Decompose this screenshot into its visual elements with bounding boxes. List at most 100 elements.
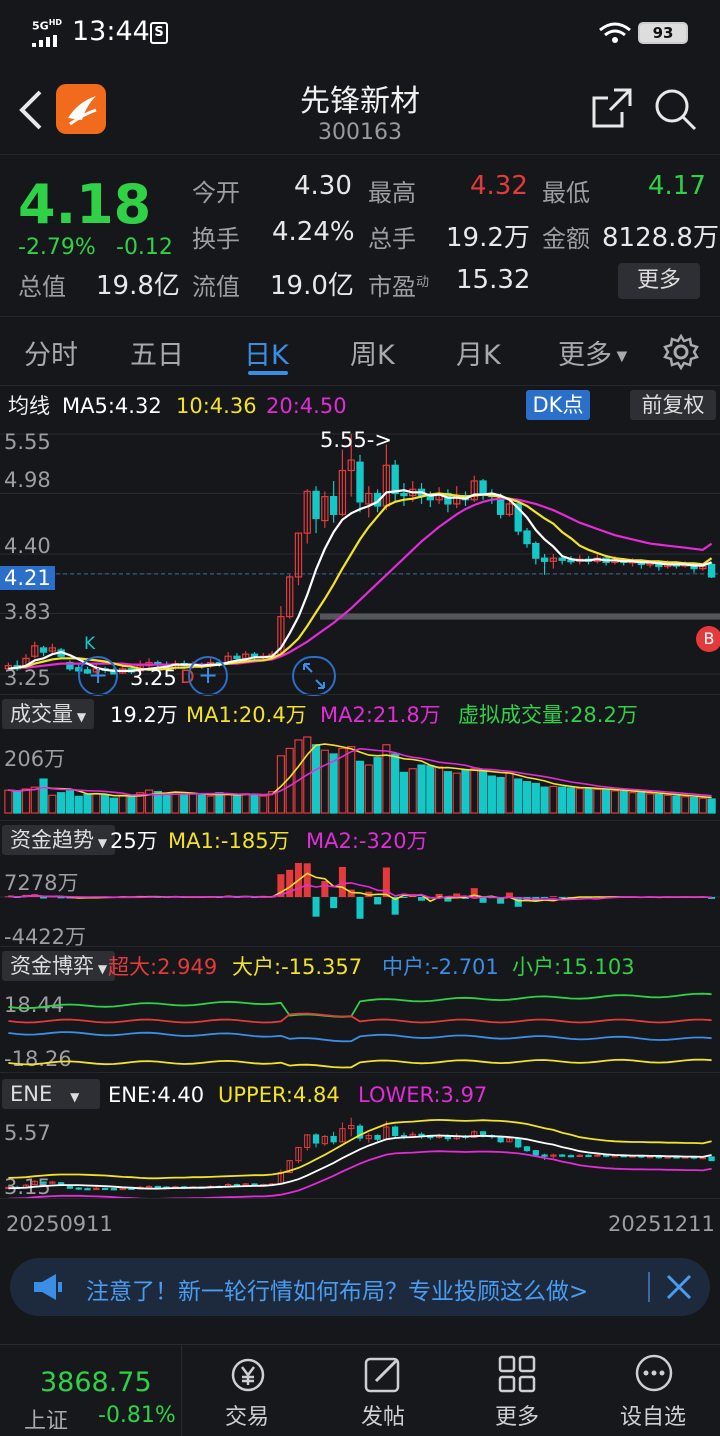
ene-lower-line bbox=[8, 1150, 712, 1199]
signal-icon bbox=[32, 32, 58, 47]
tab-more[interactable]: 更多 ▼ bbox=[558, 333, 627, 372]
volume-ma1: MA1:20.4万 bbox=[186, 703, 307, 727]
candle-body bbox=[558, 557, 566, 561]
y-axis-label-2: 4.98 bbox=[4, 468, 51, 492]
volume-bar bbox=[478, 768, 488, 814]
volume-bar bbox=[180, 793, 189, 814]
volume-bar bbox=[57, 792, 66, 814]
float-value: 19.0亿 bbox=[270, 271, 354, 301]
volume-chart[interactable] bbox=[0, 733, 720, 817]
share-button[interactable] bbox=[590, 86, 634, 130]
volume-bar bbox=[48, 794, 57, 814]
virtual-volume: 虚拟成交量:28.2万 bbox=[458, 703, 638, 727]
volume-bar bbox=[250, 793, 259, 814]
candle-body bbox=[356, 461, 364, 503]
volume-bar bbox=[100, 794, 110, 814]
tab-weekly-k[interactable]: 周K bbox=[350, 333, 395, 372]
change-percent: -2.79% bbox=[18, 235, 96, 260]
caret-down-icon: ▼ bbox=[612, 348, 628, 365]
volume-bar bbox=[162, 793, 171, 814]
volume-bar bbox=[259, 795, 268, 814]
volume-bar bbox=[549, 785, 558, 814]
ene-candle-body bbox=[312, 1134, 320, 1144]
ma10-label: 10:4.36 bbox=[176, 394, 257, 418]
grid-icon bbox=[498, 1355, 536, 1393]
tab-daily-k[interactable]: 日K bbox=[244, 333, 289, 372]
volume-bar bbox=[514, 778, 523, 814]
volume-bar bbox=[408, 768, 417, 814]
kline-chart[interactable] bbox=[0, 424, 720, 690]
fund-game-small: 小户:15.103 bbox=[512, 955, 635, 979]
dk-button[interactable]: DK点 bbox=[526, 390, 590, 420]
turnover-label: 换手 bbox=[192, 225, 240, 253]
promo-banner[interactable]: 注意了！新一轮行情如何布局？专业投顾这么做> bbox=[10, 1258, 710, 1316]
caret-down-icon: ▼ bbox=[66, 1090, 80, 1104]
nav-trade[interactable]: 交易 bbox=[182, 1345, 312, 1436]
more-button[interactable]: 更多 bbox=[618, 263, 700, 299]
volume-bar bbox=[540, 786, 549, 814]
fund-trend-bar bbox=[541, 897, 549, 898]
ene-candle-body bbox=[374, 1135, 381, 1140]
super-large-line bbox=[8, 1012, 712, 1024]
volume-bar bbox=[663, 794, 672, 814]
low-annotation: 3.25 bbox=[130, 666, 177, 690]
ene-candle-body bbox=[515, 1138, 522, 1148]
candle-body bbox=[523, 530, 531, 545]
turnover-value: 4.24% bbox=[272, 217, 355, 247]
battery-level: 93 bbox=[652, 24, 674, 42]
banner-close-button[interactable] bbox=[664, 1272, 694, 1302]
period-tabs: 分时 五日 日K 周K 月K 更多 ▼ bbox=[0, 316, 720, 386]
tab-five-day[interactable]: 五日 bbox=[130, 333, 184, 372]
candle-body bbox=[329, 496, 338, 515]
buy-marker[interactable]: B bbox=[696, 626, 720, 652]
nav-post[interactable]: 发帖 bbox=[318, 1345, 448, 1436]
index-name: 上证 bbox=[24, 1409, 69, 1434]
candle-body bbox=[312, 490, 320, 520]
volume-bar bbox=[347, 745, 356, 814]
ene-dropdown[interactable]: ENE ▼ bbox=[2, 1079, 100, 1109]
nav-add-watchlist[interactable]: 设自选 bbox=[588, 1345, 718, 1436]
k-marker: K bbox=[84, 634, 96, 654]
tab-intraday[interactable]: 分时 bbox=[24, 333, 78, 372]
ene-candle-body bbox=[523, 1146, 531, 1152]
adjust-button[interactable]: 前复权 bbox=[630, 390, 716, 420]
nav-more[interactable]: 更多 bbox=[452, 1345, 582, 1436]
fund-game-dropdown[interactable]: 资金博弈 ▼ bbox=[2, 951, 116, 981]
support-band bbox=[320, 613, 720, 620]
volume-bar bbox=[92, 793, 101, 814]
fullscreen-button[interactable] bbox=[292, 656, 336, 696]
volume-bar bbox=[584, 788, 593, 814]
search-button[interactable] bbox=[652, 86, 698, 132]
volume-bar bbox=[496, 776, 505, 814]
tab-monthly-k[interactable]: 月K bbox=[456, 333, 501, 372]
ene-candle-body bbox=[110, 1188, 118, 1191]
share-icon bbox=[592, 88, 632, 128]
ene-candle-body bbox=[585, 1154, 592, 1158]
volume-bar bbox=[443, 771, 453, 814]
high-label: 最高 bbox=[368, 179, 416, 207]
volume-indicator-dropdown[interactable]: 成交量 ▼ bbox=[2, 699, 95, 729]
fund-trend-dropdown[interactable]: 资金趋势 ▼ bbox=[2, 825, 116, 855]
volume-bar bbox=[522, 781, 532, 814]
volume-panel: 成交量 ▼ 19.2万 MA1:20.4万 MA2:21.8万 虚拟成交量:28… bbox=[0, 694, 720, 818]
status-bar: 5GHD 13:44 S 93 bbox=[0, 0, 720, 66]
zoom-in-left-button[interactable]: + bbox=[78, 656, 118, 696]
fund-game-chart[interactable] bbox=[0, 987, 720, 1071]
volume-bar bbox=[707, 798, 716, 814]
megaphone-icon bbox=[30, 1272, 64, 1302]
fund-trend-value: 25万 bbox=[110, 829, 158, 853]
index-widget[interactable]: 3868.75 上证 -0.81% bbox=[0, 1345, 182, 1436]
volume-bar bbox=[373, 757, 382, 814]
ene-chart[interactable] bbox=[0, 1111, 720, 1199]
zoom-in-button[interactable]: + bbox=[188, 656, 228, 696]
volume-bar bbox=[109, 797, 118, 814]
ene-upper: UPPER:4.84 bbox=[218, 1083, 340, 1107]
fund-trend-bar bbox=[374, 897, 382, 905]
fund-trend-chart[interactable] bbox=[0, 861, 720, 945]
ene-candle-body bbox=[84, 1188, 91, 1191]
peak-annotation: 5.55-> bbox=[320, 428, 392, 452]
volume-bar bbox=[689, 796, 699, 814]
search-icon bbox=[655, 89, 697, 131]
settings-button[interactable] bbox=[662, 333, 700, 371]
plus-icon: + bbox=[87, 661, 109, 689]
